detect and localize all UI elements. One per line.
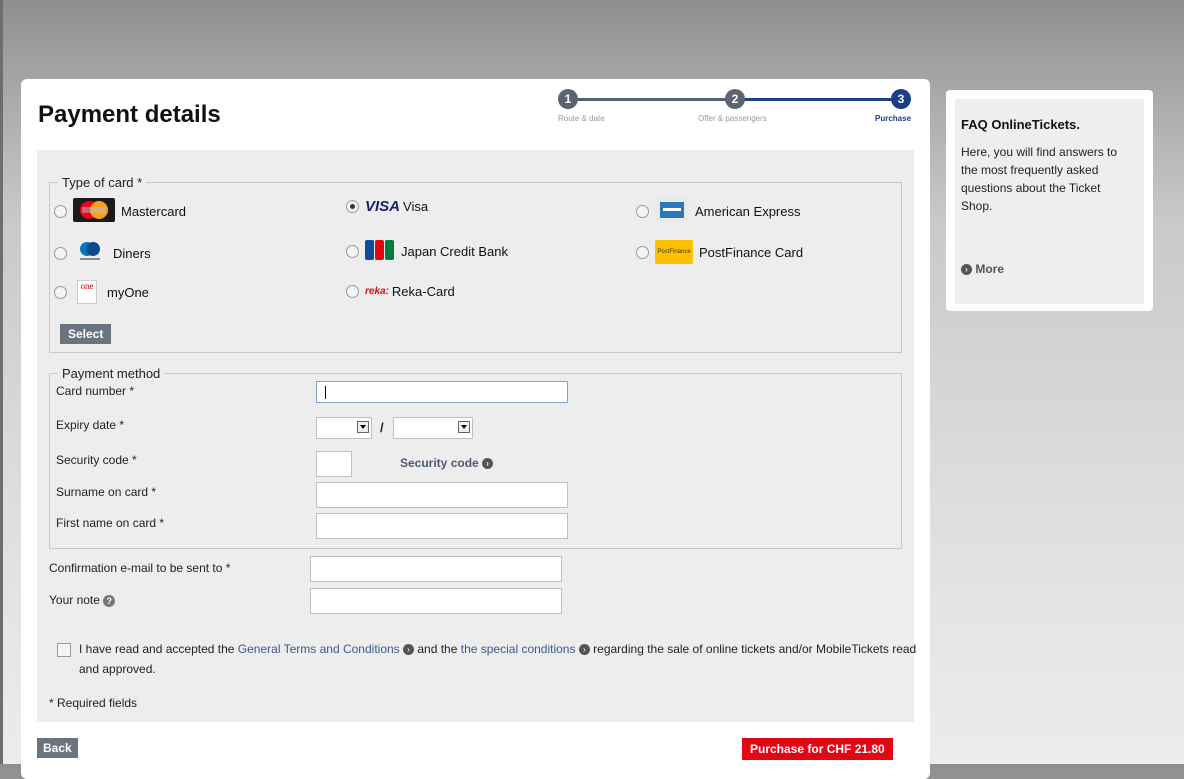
terms-text-2: and the bbox=[414, 642, 461, 656]
select-card-button[interactable]: Select bbox=[60, 324, 112, 344]
faq-more-link[interactable]: › More bbox=[961, 262, 1004, 276]
security-code-link-label: Security code bbox=[400, 456, 479, 470]
radio-mastercard[interactable] bbox=[54, 205, 67, 218]
label-diners: Diners bbox=[113, 246, 151, 261]
card-type-legend: Type of card * bbox=[62, 175, 143, 190]
diners-logo-icon bbox=[77, 240, 103, 267]
text-caret bbox=[325, 386, 326, 399]
radio-myone[interactable] bbox=[54, 285, 67, 299]
card-number-input[interactable] bbox=[316, 381, 568, 403]
page-title: Payment details bbox=[38, 101, 221, 128]
progress-line-done bbox=[568, 98, 735, 101]
note-label: Your note ? bbox=[49, 593, 116, 607]
chevron-down-icon bbox=[458, 421, 470, 433]
jcb-logo-icon bbox=[365, 240, 395, 263]
payment-method-legend: Payment method bbox=[62, 366, 161, 381]
progress-step-2[interactable]: 2 bbox=[725, 89, 745, 109]
progress-label-purchase: Purchase bbox=[875, 114, 912, 123]
faq-more-label: More bbox=[975, 262, 1005, 276]
note-label-text: Your note bbox=[49, 593, 100, 607]
payment-method-fieldset: Payment method Card number * Expiry date… bbox=[49, 366, 902, 549]
first-name-label: First name on card * bbox=[56, 516, 165, 530]
card-option-myone[interactable]: one myOne bbox=[54, 280, 149, 304]
label-jcb: Japan Credit Bank bbox=[401, 244, 508, 259]
faq-title: FAQ OnlineTickets. bbox=[961, 117, 1080, 132]
purchase-button[interactable]: Purchase for CHF 21.80 bbox=[742, 738, 893, 760]
label-mastercard: Mastercard bbox=[121, 204, 187, 219]
card-number-label: Card number * bbox=[56, 384, 135, 398]
expiry-date-label: Expiry date * bbox=[56, 418, 125, 432]
label-myone: myOne bbox=[107, 284, 149, 300]
first-name-input[interactable] bbox=[316, 513, 568, 539]
surname-input[interactable] bbox=[316, 482, 568, 508]
radio-diners[interactable] bbox=[54, 247, 67, 260]
required-fields-note: * Required fields bbox=[49, 696, 138, 710]
progress-step-1[interactable]: 1 bbox=[558, 89, 578, 109]
amex-logo-icon bbox=[655, 198, 689, 225]
security-code-label: Security code * bbox=[56, 453, 137, 467]
email-label: Confirmation e-mail to be sent to * bbox=[49, 561, 231, 575]
faq-box: FAQ OnlineTickets. Here, you will find a… bbox=[946, 90, 1153, 311]
label-reka: Reka-Card bbox=[391, 284, 455, 299]
expiry-separator: / bbox=[380, 420, 384, 435]
card-option-postfinance[interactable]: PostFinance PostFinance Card bbox=[636, 240, 803, 264]
main-panel: Payment details 1 2 3 Route & date Offer… bbox=[21, 79, 930, 779]
card-option-jcb[interactable]: Japan Credit Bank bbox=[346, 240, 508, 263]
terms-checkbox[interactable] bbox=[57, 643, 71, 657]
radio-jcb[interactable] bbox=[346, 245, 359, 258]
progress-line-current bbox=[735, 98, 901, 101]
terms-text-1: I have read and accepted the bbox=[79, 642, 238, 656]
label-amex: American Express bbox=[695, 204, 801, 219]
window-edge bbox=[0, 0, 3, 764]
label-visa: Visa bbox=[403, 199, 429, 214]
general-terms-link[interactable]: General Terms and Conditions bbox=[238, 642, 400, 656]
arrow-right-icon: › bbox=[961, 264, 972, 276]
surname-label: Surname on card * bbox=[56, 485, 157, 499]
back-button[interactable]: Back bbox=[37, 738, 78, 758]
card-option-diners[interactable]: Diners bbox=[54, 240, 151, 267]
progress-label-offer: Offer & passengers bbox=[698, 114, 767, 123]
radio-postfinance[interactable] bbox=[636, 245, 649, 259]
card-option-reka[interactable]: reka: Reka-Card bbox=[346, 284, 455, 299]
help-icon[interactable]: ? bbox=[103, 594, 116, 607]
expiry-year-select[interactable] bbox=[393, 417, 473, 439]
progress-steps: 1 2 3 Route & date Offer & passengers Pu… bbox=[558, 89, 916, 129]
progress-step-3: 3 bbox=[891, 89, 911, 109]
arrow-right-icon[interactable]: › bbox=[578, 644, 590, 656]
note-input[interactable] bbox=[310, 588, 562, 614]
myone-logo-icon: one bbox=[77, 280, 97, 304]
visa-logo-icon: VISA bbox=[365, 198, 401, 215]
faq-text: Here, you will find answers to the most … bbox=[961, 145, 1118, 213]
payment-form: Type of card * Mastercard VISA Visa Amer… bbox=[37, 150, 914, 722]
postfinance-logo-icon: PostFinance bbox=[655, 240, 693, 264]
email-input[interactable] bbox=[310, 556, 562, 582]
card-option-amex[interactable]: American Express bbox=[636, 198, 800, 225]
progress-label-route: Route & date bbox=[558, 114, 605, 123]
card-type-fieldset: Type of card * Mastercard VISA Visa Amer… bbox=[49, 175, 902, 353]
reka-logo-icon: reka: bbox=[365, 286, 389, 297]
security-code-input[interactable] bbox=[316, 451, 352, 477]
chevron-down-icon bbox=[357, 421, 369, 433]
arrow-right-icon: › bbox=[482, 458, 494, 470]
radio-reka[interactable] bbox=[346, 285, 359, 298]
radio-visa[interactable] bbox=[346, 200, 359, 213]
label-postfinance: PostFinance Card bbox=[699, 244, 804, 260]
radio-amex[interactable] bbox=[636, 205, 649, 218]
expiry-month-select[interactable] bbox=[316, 417, 372, 439]
terms-text: I have read and accepted the General Ter… bbox=[79, 639, 919, 679]
mastercard-logo-icon bbox=[73, 198, 115, 225]
arrow-right-icon[interactable]: › bbox=[403, 644, 415, 656]
special-conditions-link[interactable]: the special conditions bbox=[461, 642, 576, 656]
card-option-visa[interactable]: VISA Visa bbox=[346, 198, 428, 215]
security-code-link[interactable]: Security code › bbox=[400, 456, 494, 470]
card-option-mastercard[interactable]: Mastercard bbox=[54, 198, 186, 225]
